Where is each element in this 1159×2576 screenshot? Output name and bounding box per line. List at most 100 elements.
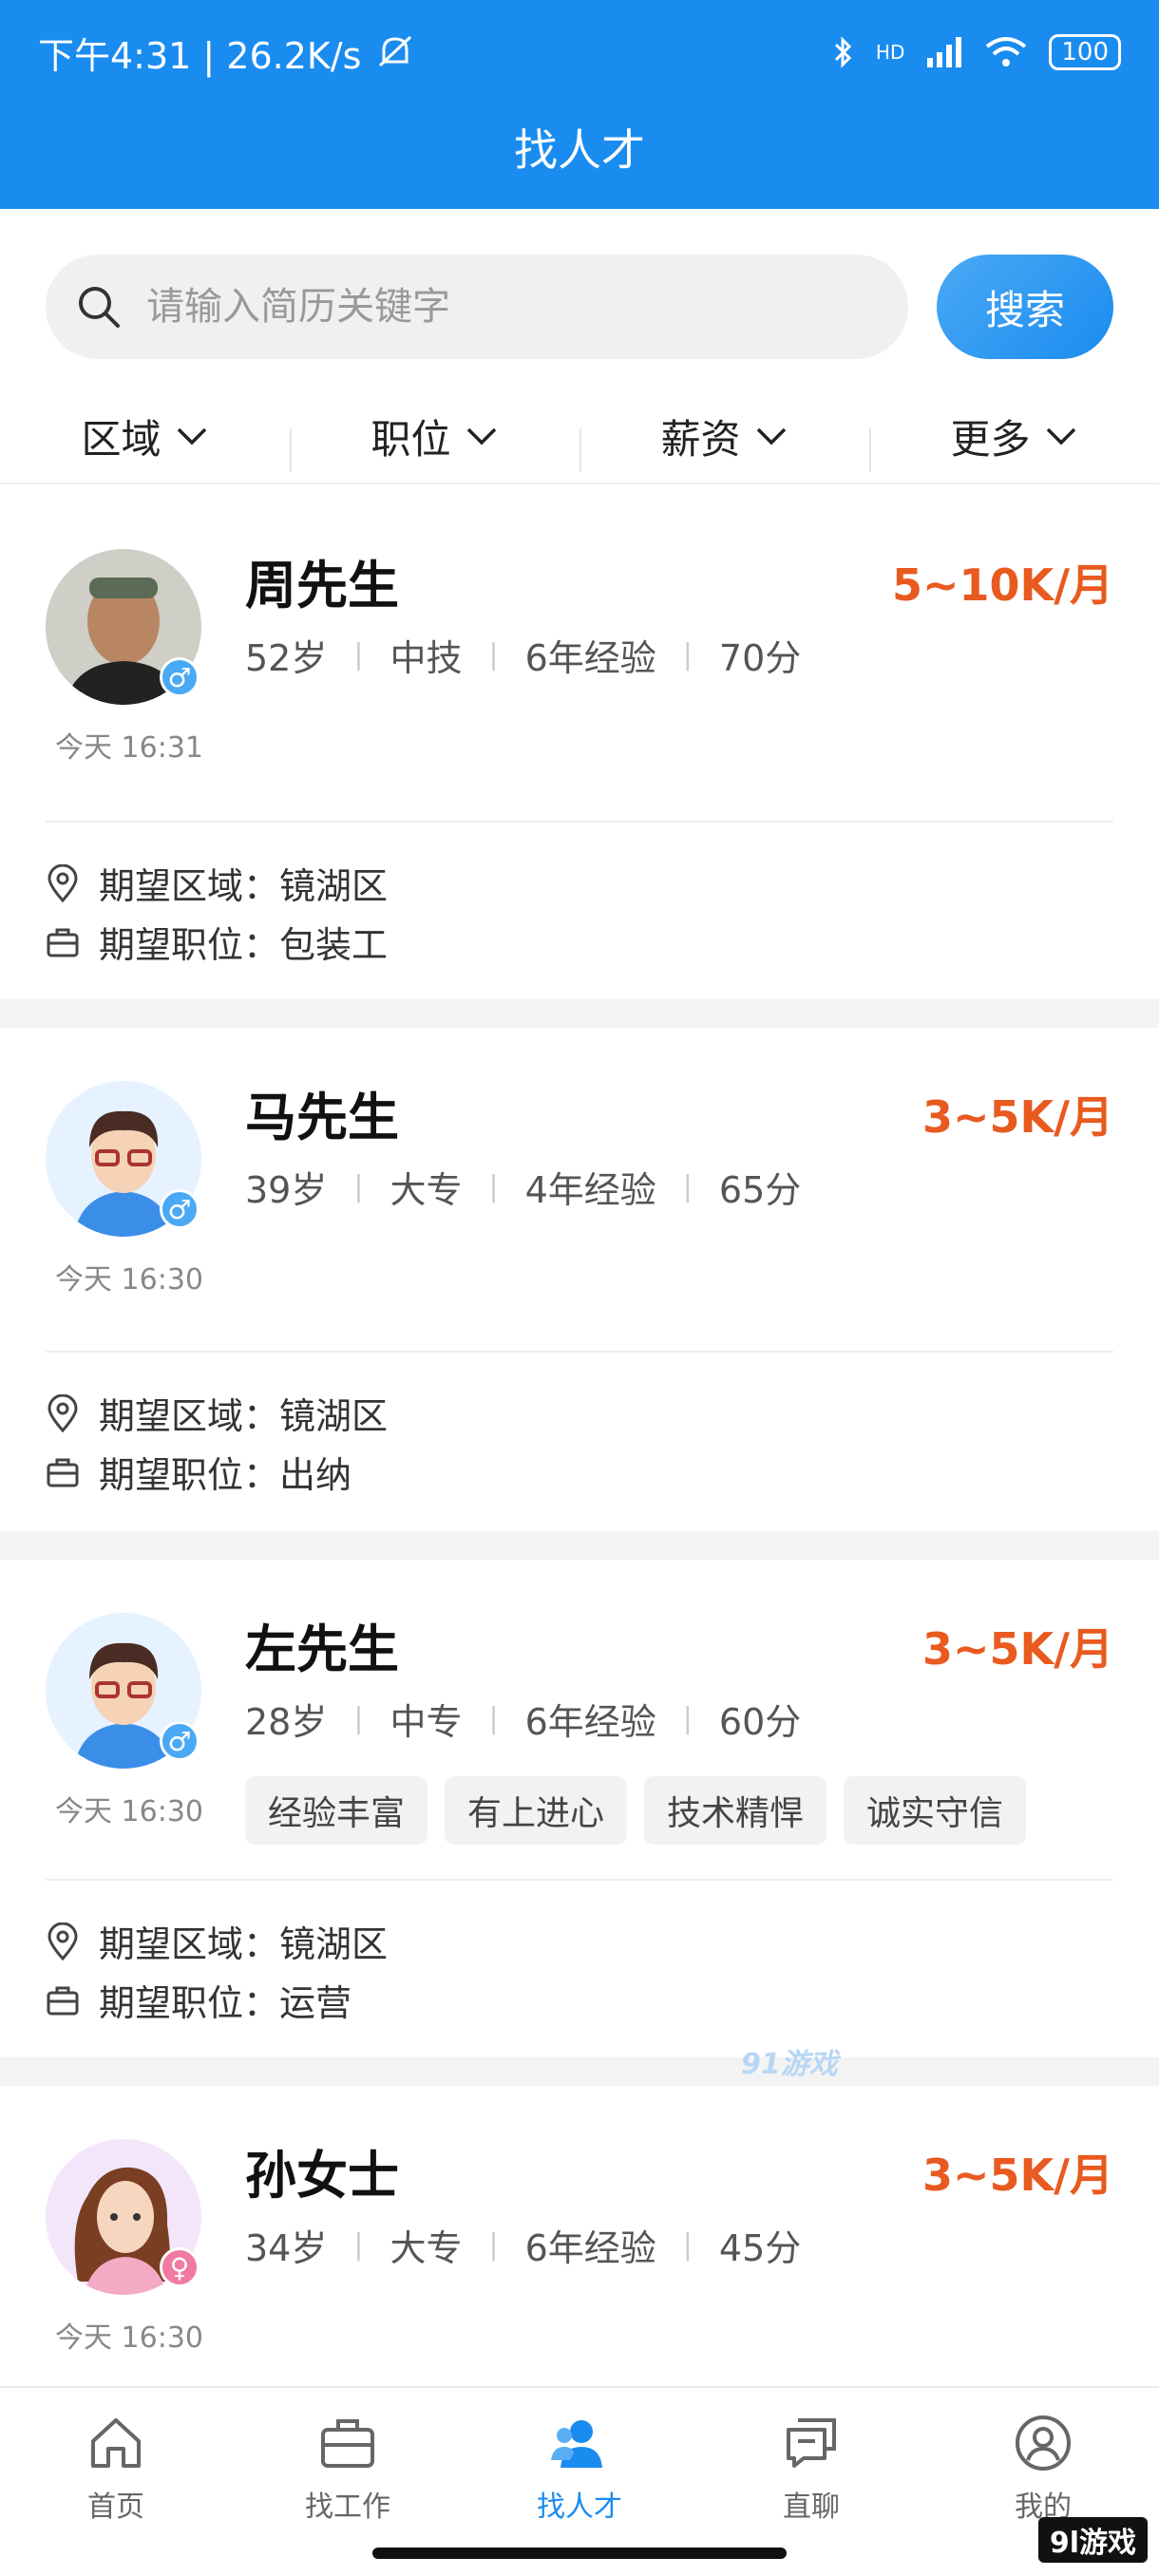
candidate-name: 左先生	[245, 1619, 399, 1679]
filter-more[interactable]: 更多	[869, 407, 1159, 472]
expected-area-value: 镜湖区	[279, 865, 389, 907]
wifi-icon	[986, 37, 1027, 66]
filter-area[interactable]: 区域	[0, 407, 290, 465]
expected-area-label: 期望区域：	[99, 1923, 280, 1965]
expected-position-value: 包装工	[279, 924, 389, 966]
candidate-card[interactable]: ♀ 今天 16:30 孙女士 3~5K/月 34岁 | 大专 | 6年经验 | 45分	[0, 2086, 1159, 2386]
nav-home[interactable]: 首页	[0, 2388, 232, 2576]
filter-label: 区域	[81, 415, 162, 463]
home-indicator[interactable]	[372, 2548, 787, 2559]
expected-area-label: 期望区域：	[99, 1395, 280, 1437]
expected-position-value: 运营	[279, 1982, 352, 2024]
divider	[46, 1351, 1113, 1353]
expected-area-value: 镜湖区	[279, 1395, 389, 1437]
card-separator	[0, 2057, 1159, 2086]
chat-icon	[787, 2418, 836, 2468]
education: 中专	[390, 1701, 463, 1743]
status-time: 下午4:31 | 26.2K/s	[38, 34, 362, 77]
update-time: 今天 16:30	[55, 2321, 203, 2355]
filter-salary[interactable]: 薪资	[580, 407, 869, 472]
divider	[46, 821, 1113, 823]
update-time: 今天 16:31	[55, 731, 203, 765]
candidate-meta: 39岁 | 大专 | 4年经验 | 65分	[245, 1161, 801, 1213]
gender-female-badge: ♀	[160, 2247, 200, 2287]
score: 65分	[718, 1169, 802, 1211]
chevron-down-icon	[466, 427, 496, 445]
search-icon	[79, 287, 120, 328]
expected-position-label: 期望职位：	[99, 924, 280, 966]
briefcase-icon	[47, 1458, 79, 1487]
age: 34岁	[245, 2227, 328, 2269]
app-header: 下午4:31 | 26.2K/s HD 100 找人才	[0, 0, 1159, 209]
education: 大专	[390, 1169, 463, 1211]
signal-bars-icon	[927, 37, 962, 67]
nav-label: 找人才	[537, 2491, 622, 2524]
experience: 6年经验	[524, 2227, 656, 2269]
search-box[interactable]	[46, 255, 908, 359]
chevron-down-icon	[177, 427, 206, 445]
candidate-card[interactable]: ♂ 今天 16:30 左先生 3~5K/月 28岁 | 中专 | 6年经验 | 60分…	[0, 1560, 1159, 2063]
nav-label: 直聊	[783, 2491, 840, 2524]
watermark-logo: 91游戏	[741, 2048, 838, 2081]
expected-position-label: 期望职位：	[99, 1982, 280, 2024]
filter-label: 职位	[370, 415, 451, 463]
page-title: 找人才	[514, 124, 645, 176]
candidate-meta: 34岁 | 大专 | 6年经验 | 45分	[245, 2219, 801, 2271]
profile-icon	[1016, 2415, 1071, 2471]
chevron-down-icon	[756, 427, 786, 445]
expected-salary: 3~5K/月	[922, 1091, 1113, 1143]
update-time: 今天 16:30	[55, 1795, 203, 1828]
search-input[interactable]	[146, 285, 878, 329]
search-button[interactable]: 搜索	[937, 255, 1113, 359]
home-icon	[91, 2418, 141, 2468]
nav-label: 找工作	[305, 2491, 390, 2524]
expected-area-label: 期望区域：	[99, 865, 280, 907]
candidate-card[interactable]: ♂ 今天 16:30 马先生 3~5K/月 39岁 | 大专 | 4年经验 | 65分…	[0, 1028, 1159, 1531]
score: 60分	[718, 1701, 802, 1743]
age: 39岁	[245, 1169, 328, 1211]
chevron-down-icon	[1046, 427, 1075, 445]
watermark-corner: 9l游戏	[1037, 2517, 1148, 2563]
experience: 6年经验	[524, 637, 656, 679]
status-bar: 下午4:31 | 26.2K/s HD 100	[0, 0, 1159, 104]
experience: 6年经验	[524, 1701, 656, 1743]
location-pin-icon	[48, 1393, 78, 1432]
candidate-tags: 经验丰富 有上进心 技术精悍 诚实守信	[245, 1776, 1027, 1845]
candidate-name: 周先生	[245, 556, 399, 616]
expected-salary: 5~10K/月	[891, 559, 1113, 611]
expected-salary: 3~5K/月	[922, 2150, 1113, 2201]
briefcase-icon	[321, 2419, 374, 2468]
battery-indicator: 100	[1049, 34, 1121, 70]
search-row: 搜索	[46, 255, 1113, 359]
location-pin-icon	[48, 863, 78, 902]
briefcase-icon	[47, 1986, 79, 2015]
expected-salary: 3~5K/月	[922, 1623, 1113, 1675]
expected-area-row: 期望区域：镜湖区	[46, 1915, 388, 1967]
score: 70分	[718, 637, 802, 679]
gender-male-badge: ♂	[160, 657, 200, 697]
battery-level: 100	[1061, 38, 1109, 66]
education: 中技	[390, 637, 463, 679]
card-separator	[0, 1531, 1159, 1560]
location-pin-icon	[48, 1922, 78, 1960]
signal-hd-label: HD	[875, 41, 905, 64]
tag: 经验丰富	[245, 1776, 428, 1845]
candidate-card[interactable]: ♂ 今天 16:31 周先生 5~10K/月 52岁 | 中技 | 6年经验 | 70…	[0, 496, 1159, 999]
briefcase-icon	[47, 928, 79, 957]
gender-male-badge: ♂	[160, 1189, 200, 1229]
expected-area-row: 期望区域：镜湖区	[46, 857, 388, 909]
expected-position-label: 期望职位：	[99, 1454, 280, 1496]
expected-position-row: 期望职位：包装工	[46, 916, 388, 968]
divider	[46, 1879, 1113, 1881]
filter-label: 薪资	[660, 415, 741, 463]
card-separator	[0, 999, 1159, 1028]
candidate-name: 孙女士	[245, 2146, 399, 2206]
age: 28岁	[245, 1701, 328, 1743]
tag: 有上进心	[445, 1776, 628, 1845]
filter-position[interactable]: 职位	[290, 407, 580, 472]
bluetooth-icon	[834, 36, 852, 68]
filter-label: 更多	[950, 415, 1031, 463]
experience: 4年经验	[524, 1169, 656, 1211]
expected-position-row: 期望职位：出纳	[46, 1446, 352, 1498]
expected-position-value: 出纳	[279, 1454, 352, 1496]
